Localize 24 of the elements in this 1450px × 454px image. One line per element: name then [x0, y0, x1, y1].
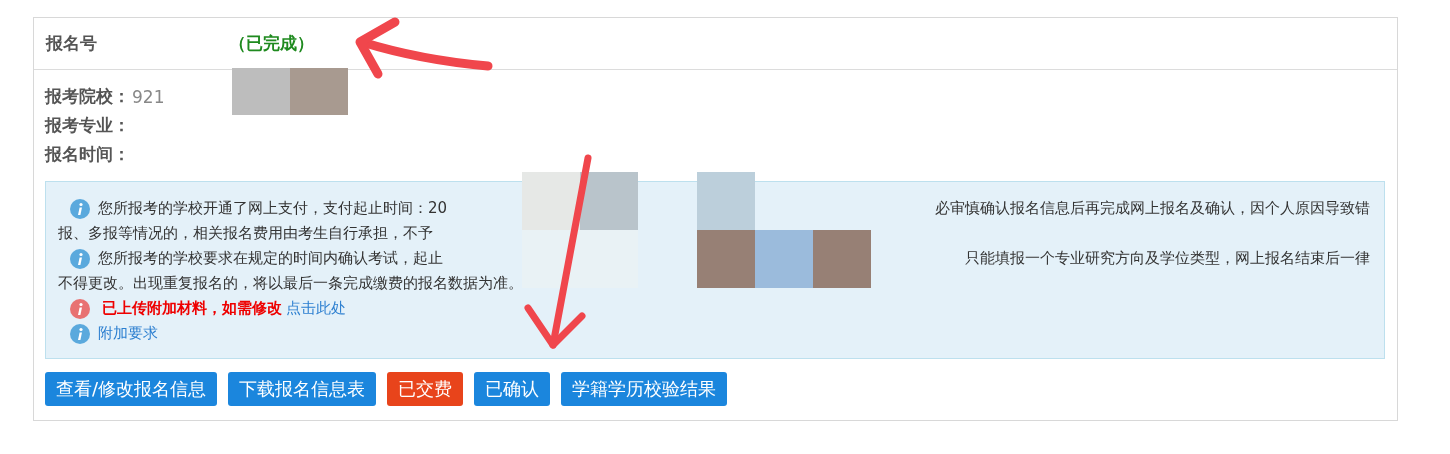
notice-text: 只能填报一个专业研究方向及学位类型，网上报名结束后一律 — [965, 249, 1370, 268]
action-button[interactable]: 下载报名信息表 — [228, 372, 377, 406]
notice-text: 不得更改。出现重复报名的，将以最后一条完成缴费的报名数据为准。 — [58, 274, 523, 293]
alert-icon — [70, 298, 90, 319]
link[interactable]: 点击此处 — [286, 299, 346, 318]
notice-text: 报、多报等情况的，相关报名费用由考生自行承担，不予 — [58, 224, 433, 243]
field-label: 报考院校： — [45, 85, 130, 108]
info-icon — [70, 198, 90, 219]
notice-text: 必审慎确认报名信息后再完成网上报名及确认，因个人原因导致错 — [935, 199, 1370, 218]
action-button[interactable]: 已交费 — [387, 372, 464, 406]
action-button[interactable]: 学籍学历校验结果 — [561, 372, 728, 406]
registration-number-label: 报名号 — [46, 32, 97, 55]
field-value: 921 — [132, 86, 165, 107]
notice-text: 您所报考的学校要求在规定的时间内确认考试，起止 — [98, 249, 443, 268]
action-button[interactable]: 查看/修改报名信息 — [45, 372, 218, 406]
info-icon — [70, 248, 90, 269]
info-icon — [70, 323, 90, 344]
alert-text: 已上传附加材料，如需修改 — [102, 299, 282, 318]
field-label: 报考专业： — [45, 114, 130, 137]
status-text: （已完成） — [229, 32, 314, 55]
action-button[interactable]: 已确认 — [474, 372, 551, 406]
field-label: 报名时间： — [45, 143, 130, 166]
link[interactable]: 附加要求 — [98, 324, 158, 343]
notice-text: 您所报考的学校开通了网上支付，支付起止时间：20 — [98, 199, 448, 218]
